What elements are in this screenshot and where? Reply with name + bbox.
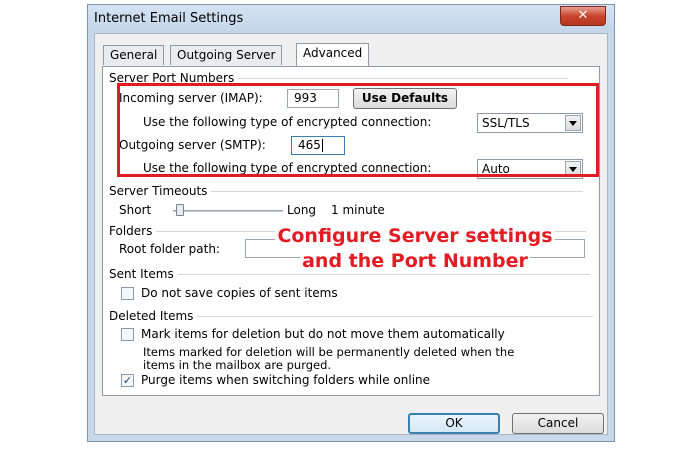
group-heading: Deleted Items [109, 309, 194, 323]
outgoing-encryption-select[interactable]: Auto [477, 159, 583, 179]
deletion-note-line2: items in the mailbox are purged. [143, 358, 332, 372]
callout-line-1: Configure Server settings [275, 224, 555, 249]
group-heading: Server Timeouts [109, 184, 208, 198]
divider [238, 77, 569, 79]
outgoing-encryption-label: Use the following type of encrypted conn… [143, 161, 432, 175]
divider [197, 315, 594, 317]
mark-for-deletion-checkbox[interactable] [121, 328, 134, 341]
chevron-down-icon[interactable] [565, 115, 581, 131]
slider-track [173, 210, 283, 212]
group-heading: Sent Items [109, 267, 174, 281]
outgoing-server-label: Outgoing server (SMTP): [119, 138, 266, 152]
outgoing-port-value: 465 [298, 138, 321, 152]
use-defaults-button[interactable]: Use Defaults [353, 88, 457, 109]
server-port-numbers-group: Server Port Numbers [109, 71, 569, 85]
tab-advanced[interactable]: Advanced [296, 43, 370, 66]
timeout-long-label: Long [287, 203, 317, 217]
deleted-items-group: Deleted Items [109, 309, 594, 323]
cancel-button[interactable]: Cancel [512, 413, 604, 434]
server-timeouts-group: Server Timeouts [109, 184, 584, 198]
checkmark-icon: ✓ [122, 374, 133, 387]
callout-annotation: Configure Server settings and the Port N… [245, 224, 585, 274]
incoming-encryption-label: Use the following type of encrypted conn… [143, 115, 432, 129]
incoming-server-label: Incoming server (IMAP): [119, 91, 263, 105]
incoming-port-input[interactable]: 993 [287, 89, 339, 108]
close-icon: ✕ [577, 8, 589, 23]
purge-items-checkbox[interactable]: ✓ [121, 374, 134, 387]
root-folder-label: Root folder path: [119, 242, 220, 256]
ok-button[interactable]: OK [408, 413, 500, 434]
group-heading: Server Port Numbers [109, 71, 235, 85]
incoming-encryption-value: SSL/TLS [482, 116, 530, 130]
chevron-down-icon[interactable] [565, 161, 581, 177]
timeout-short-label: Short [119, 203, 152, 217]
window-title: Internet Email Settings [94, 11, 244, 26]
incoming-encryption-select[interactable]: SSL/TLS [477, 113, 583, 133]
callout-line-2: and the Port Number [300, 249, 530, 274]
tab-general[interactable]: General [103, 45, 165, 65]
outgoing-encryption-value: Auto [482, 162, 510, 176]
text-cursor [321, 139, 323, 152]
title-bar[interactable]: Internet Email Settings ✕ [88, 5, 614, 33]
no-sent-copies-label[interactable]: Do not save copies of sent items [141, 286, 338, 300]
deletion-note-line1: Items marked for deletion will be perman… [143, 345, 515, 359]
mark-for-deletion-label[interactable]: Mark items for deletion but do not move … [141, 327, 505, 341]
divider [211, 190, 584, 192]
outgoing-port-input[interactable]: 465 [291, 136, 345, 155]
close-button[interactable]: ✕ [560, 6, 606, 26]
no-sent-copies-checkbox[interactable] [121, 287, 134, 300]
purge-items-label[interactable]: Purge items when switching folders while… [141, 373, 430, 387]
internet-email-settings-dialog: Internet Email Settings ✕ General Outgoi… [87, 4, 615, 442]
slider-thumb[interactable] [175, 204, 184, 216]
tab-outgoing-server[interactable]: Outgoing Server [170, 45, 283, 65]
group-heading: Folders [109, 224, 153, 238]
timeout-value: 1 minute [331, 203, 385, 217]
